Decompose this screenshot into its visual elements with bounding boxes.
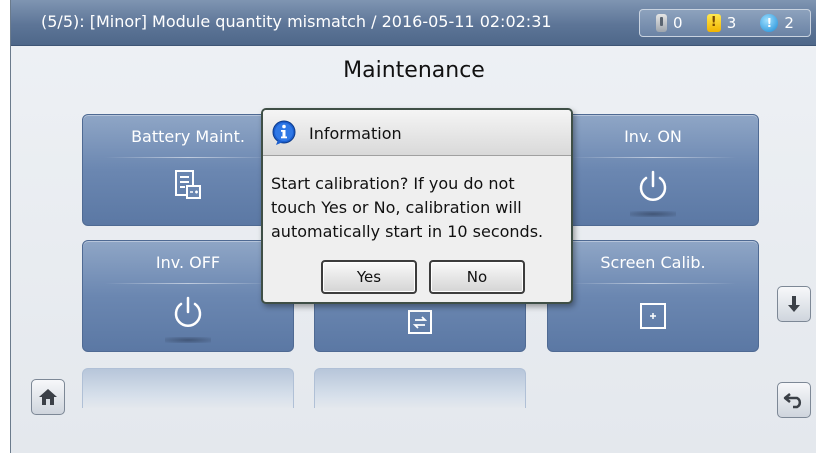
icon-shadow (630, 211, 676, 217)
icon-shadow (165, 337, 211, 343)
dialog-title-bar: Information (263, 110, 571, 156)
tile-label: Inv. ON (624, 127, 682, 146)
battery-doc-icon (175, 170, 201, 199)
critical-count: 0 (673, 14, 683, 32)
back-icon (783, 393, 802, 409)
info-icon (272, 120, 296, 145)
home-button[interactable] (31, 379, 65, 415)
tile-row3-left[interactable] (82, 368, 294, 408)
yes-button[interactable]: Yes (321, 260, 417, 294)
page-title: Maintenance (343, 58, 485, 83)
dialog-title: Information (309, 124, 402, 143)
minor-alarm-icon: ! (760, 14, 779, 32)
minor-alarm-count: ! 2 (760, 14, 794, 32)
screen-calib-tile[interactable]: Screen Calib. (547, 240, 759, 352)
tile-label: Screen Calib. (600, 253, 706, 272)
inv-on-tile[interactable]: Inv. ON (547, 114, 759, 226)
back-button[interactable] (777, 382, 811, 418)
minor-count: 2 (784, 14, 794, 32)
power-icon (174, 296, 202, 327)
tile-divider (570, 157, 736, 158)
tile-divider (105, 283, 271, 284)
alarm-counts-panel[interactable]: 0 ! 3 ! 2 (639, 9, 811, 37)
screen-calib-icon (640, 303, 666, 329)
major-alarm-count: ! 3 (706, 14, 737, 32)
critical-alarm-count: 0 (656, 14, 683, 32)
transfer-icon (408, 310, 432, 334)
critical-alarm-icon (656, 14, 668, 32)
tile-divider (570, 283, 736, 284)
screen: (5/5): [Minor] Module quantity mismatch … (10, 0, 816, 453)
power-icon (639, 170, 667, 201)
dialog-message-line: automatically start in 10 seconds. (271, 222, 544, 241)
tile-divider (105, 157, 271, 158)
scroll-down-button[interactable] (777, 286, 811, 322)
major-count: 3 (726, 14, 737, 32)
arrow-down-icon (788, 296, 800, 312)
dialog-message-line: Start calibration? If you do not (271, 174, 515, 193)
dialog-message: Start calibration? If you do not touch Y… (271, 172, 571, 244)
major-alarm-icon: ! (706, 14, 721, 32)
no-button[interactable]: No (429, 260, 525, 294)
tile-row3-middle[interactable] (314, 368, 526, 408)
home-icon (39, 389, 57, 405)
information-dialog: Information Start calibration? If you do… (261, 108, 573, 304)
dialog-message-line: touch Yes or No, calibration will (271, 198, 522, 217)
alarm-bar[interactable]: (5/5): [Minor] Module quantity mismatch … (11, 0, 816, 46)
alarm-message[interactable]: (5/5): [Minor] Module quantity mismatch … (41, 12, 552, 31)
